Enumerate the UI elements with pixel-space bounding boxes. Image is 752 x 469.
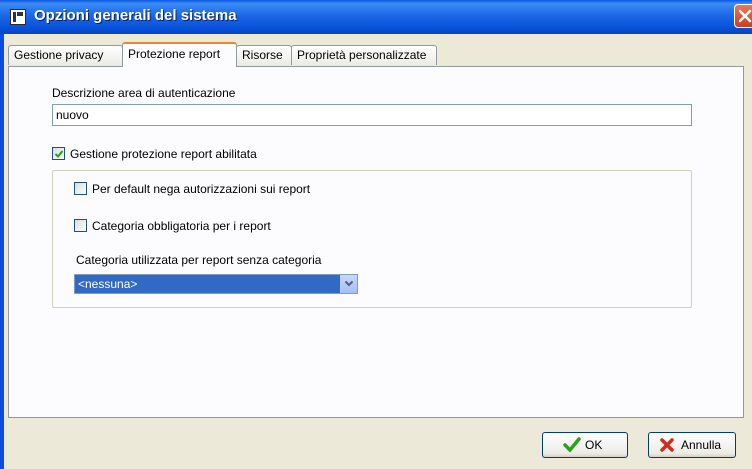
tab-label: Risorse [242, 48, 283, 62]
protection-enabled-checkbox[interactable] [52, 147, 65, 160]
cancel-button[interactable]: Annulla [648, 432, 736, 458]
deny-default-checkbox[interactable] [74, 182, 87, 195]
title-bar[interactable]: Opzioni generali del sistema [0, 0, 752, 34]
app-logo-icon [10, 9, 26, 25]
cancel-label: Annulla [681, 438, 722, 452]
tab-risorse[interactable]: Risorse [236, 45, 292, 65]
checkmark-icon [54, 150, 64, 158]
ok-button[interactable]: OK [542, 432, 628, 458]
ok-label: OK [585, 438, 603, 452]
dropdown-button[interactable] [340, 275, 357, 293]
checkmark-icon [563, 437, 581, 453]
window-title: Opzioni generali del sistema [34, 7, 237, 24]
category-required-checkbox[interactable] [74, 219, 87, 232]
button-bar: OK Annulla [4, 418, 752, 469]
tab-gestione-privacy[interactable]: Gestione privacy [8, 45, 123, 65]
x-mark-icon [660, 438, 674, 452]
close-icon [738, 9, 752, 23]
window-border [0, 34, 4, 469]
tab-label: Proprietà personalizzate [297, 48, 427, 62]
default-category-select[interactable]: <nessuna> [74, 274, 358, 294]
tab-label: Protezione report [128, 47, 221, 61]
chevron-down-icon [344, 280, 354, 287]
tab-label: Gestione privacy [14, 48, 104, 62]
protection-enabled-label[interactable]: Gestione protezione report abilitata [70, 147, 257, 161]
category-required-label[interactable]: Categoria obbligatoria per i report [92, 219, 271, 233]
tab-proprieta-personalizzate[interactable]: Proprietà personalizzate [291, 45, 437, 65]
tab-protezione-report[interactable]: Protezione report [122, 42, 237, 67]
auth-area-input[interactable]: nuovo [52, 104, 692, 126]
deny-default-label[interactable]: Per default nega autorizzazioni sui repo… [92, 182, 310, 196]
auth-area-label: Descrizione area di autenticazione [52, 86, 236, 100]
dialog-window: Opzioni generali del sistema Gestione pr… [0, 0, 752, 469]
close-button[interactable] [734, 4, 752, 28]
default-category-label: Categoria utilizzata per report senza ca… [76, 253, 322, 267]
default-category-value: <nessuna> [78, 277, 138, 291]
